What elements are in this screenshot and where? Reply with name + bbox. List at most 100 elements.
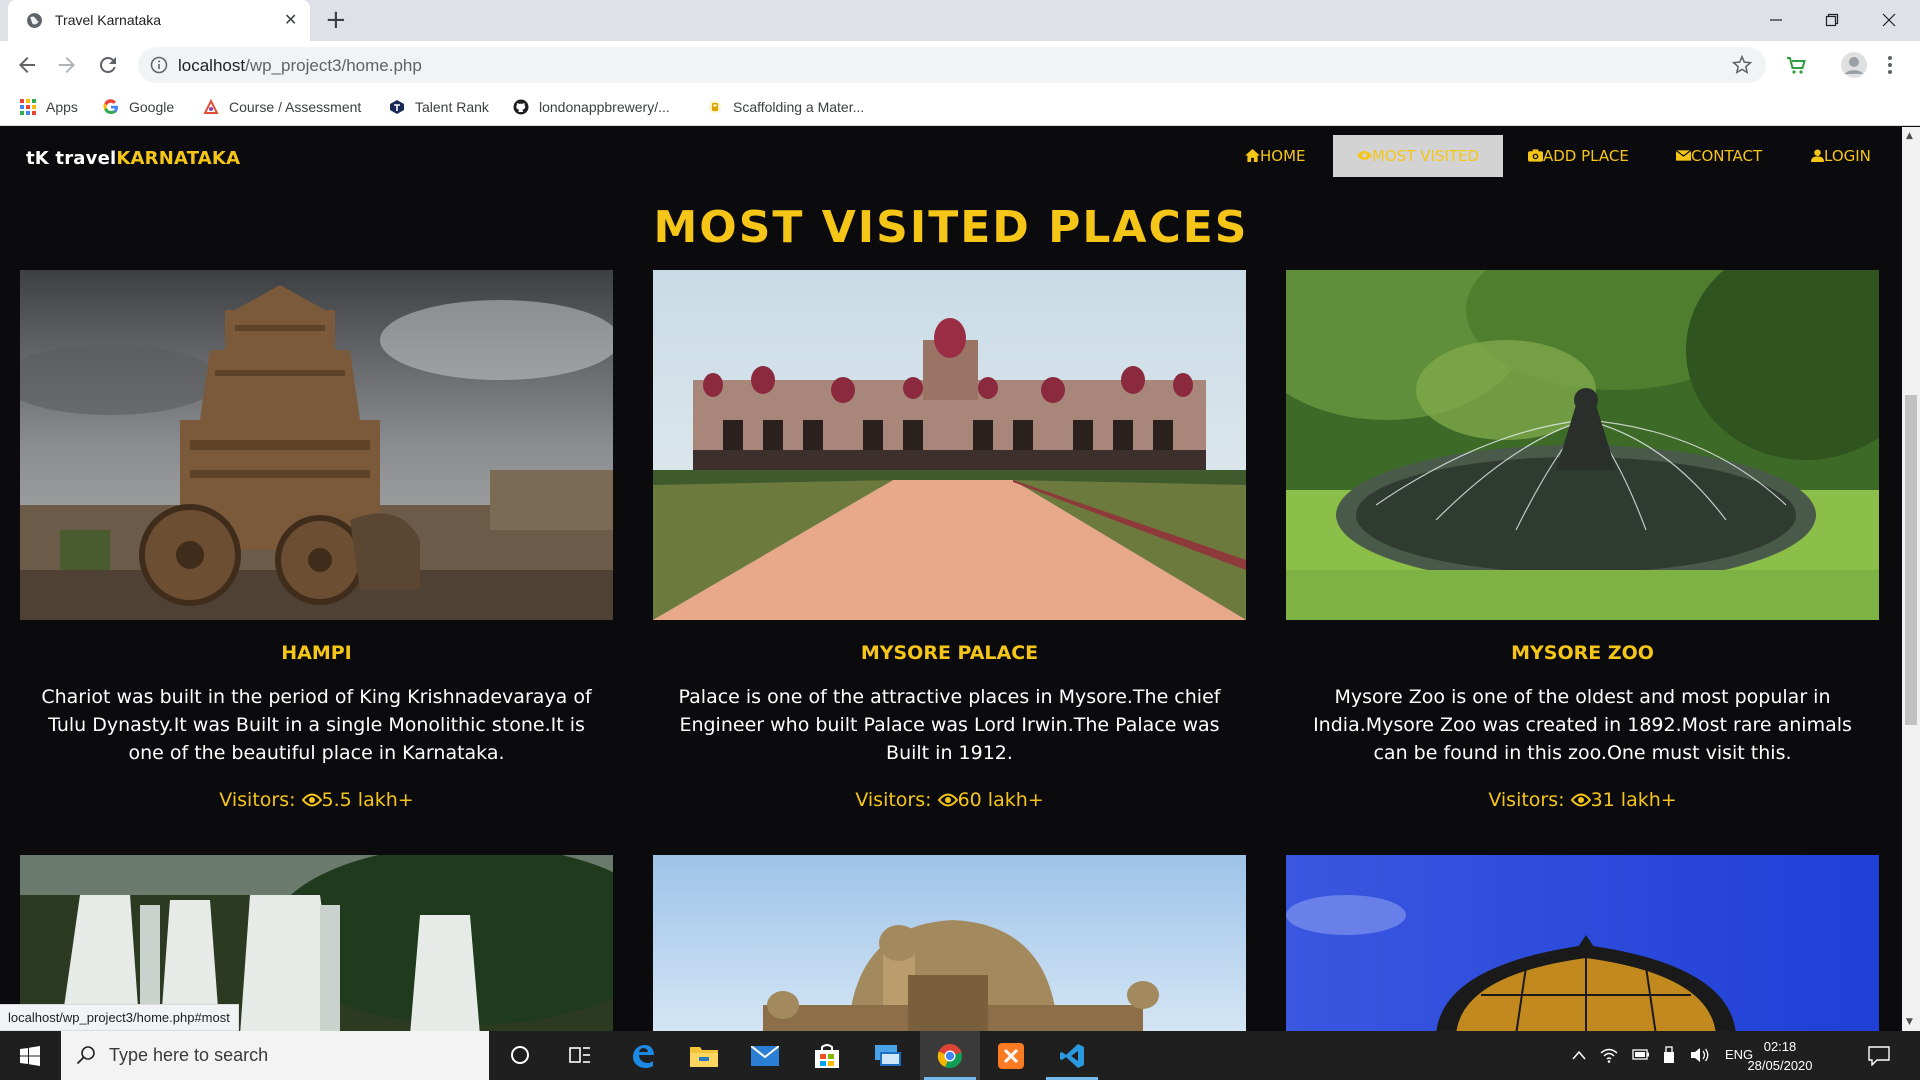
taskbar-clock[interactable]: 02:18 28/05/2020 bbox=[1740, 1037, 1820, 1075]
taskbar-vscode[interactable] bbox=[1042, 1031, 1102, 1080]
minimize-button[interactable] bbox=[1749, 0, 1805, 41]
nav-label: MOST VISITED bbox=[1371, 147, 1480, 165]
clock-time: 02:18 bbox=[1763, 1039, 1797, 1054]
vscode-icon bbox=[1060, 1044, 1084, 1068]
usb-device-icon[interactable] bbox=[1662, 1046, 1676, 1064]
page-heading: MOST VISITED PLACES bbox=[653, 202, 1249, 253]
mysore-palace-image bbox=[653, 270, 1246, 620]
forward-arrow-icon[interactable] bbox=[55, 53, 79, 77]
cart-extension-icon[interactable] bbox=[1785, 54, 1807, 76]
bookmark-star-icon[interactable] bbox=[1732, 55, 1752, 75]
chrome-icon bbox=[937, 1044, 962, 1069]
site-navbar: tK travelKARNATAKA HOME MOST VISITED ADD… bbox=[0, 127, 1902, 179]
scaffolding-icon bbox=[709, 101, 721, 113]
nav-label: CONTACT bbox=[1691, 147, 1763, 165]
taskbar-store[interactable] bbox=[797, 1031, 857, 1080]
close-window-button[interactable] bbox=[1862, 0, 1918, 41]
task-view-button[interactable] bbox=[551, 1031, 611, 1080]
back-arrow-icon[interactable] bbox=[15, 53, 39, 77]
bookmark-label: Apps bbox=[46, 99, 78, 115]
nav-add-place-link[interactable]: ADD PLACE bbox=[1508, 135, 1649, 177]
search-placeholder: Type here to search bbox=[109, 1045, 269, 1065]
taskbar-remote-app[interactable] bbox=[858, 1031, 918, 1080]
tray-chevron-up-icon[interactable] bbox=[1572, 1050, 1586, 1060]
start-button[interactable] bbox=[0, 1031, 60, 1080]
taskbar-xampp[interactable] bbox=[981, 1031, 1041, 1080]
mail-icon bbox=[751, 1046, 779, 1066]
course-icon bbox=[203, 99, 219, 114]
camera-icon bbox=[1528, 149, 1543, 162]
nav-contact-link[interactable]: CONTACT bbox=[1656, 135, 1782, 177]
windows-taskbar: Type here to search ENG 02:18 28/05/2020 bbox=[0, 1031, 1920, 1080]
task-view-icon bbox=[569, 1047, 590, 1063]
clock-date: 28/05/2020 bbox=[1747, 1058, 1813, 1073]
scrollbar-thumb[interactable] bbox=[1905, 395, 1917, 725]
url-path: /wp_project3/home.php bbox=[245, 56, 422, 75]
site-logo[interactable]: tK travelKARNATAKA bbox=[26, 148, 240, 169]
scroll-up-icon[interactable]: ▲ bbox=[1906, 131, 1913, 141]
google-icon bbox=[103, 99, 118, 115]
page-scrollbar[interactable]: ▲ ▼ bbox=[1902, 127, 1920, 1031]
restore-button[interactable] bbox=[1805, 0, 1861, 41]
bookmark-google[interactable]: Google bbox=[103, 96, 174, 118]
battery-icon[interactable] bbox=[1632, 1048, 1650, 1061]
nav-home-link[interactable]: HOME bbox=[1225, 135, 1326, 177]
web-page: tK travelKARNATAKA HOME MOST VISITED ADD… bbox=[0, 127, 1902, 1031]
address-bar[interactable]: localhost/wp_project3/home.php bbox=[138, 47, 1766, 83]
taskbar-edge[interactable] bbox=[613, 1031, 673, 1080]
cortana-button[interactable] bbox=[490, 1031, 550, 1080]
nav-label: ADD PLACE bbox=[1543, 147, 1629, 165]
nav-login-link[interactable]: LOGIN bbox=[1791, 135, 1891, 177]
scroll-down-icon[interactable]: ▼ bbox=[1906, 1017, 1913, 1027]
bookmark-londonappbrewery[interactable]: londonappbrewery/... bbox=[513, 96, 670, 118]
browser-menu-icon[interactable] bbox=[1887, 54, 1893, 76]
folder-icon bbox=[690, 1047, 718, 1067]
notifications-icon[interactable] bbox=[1868, 1046, 1890, 1066]
nav-label: LOGIN bbox=[1824, 147, 1871, 165]
url-host: localhost bbox=[178, 56, 246, 75]
info-icon[interactable] bbox=[150, 56, 168, 74]
place-title: MYSORE ZOO bbox=[1511, 642, 1654, 664]
bookmark-label: Talent Rank bbox=[415, 99, 489, 115]
reload-icon[interactable] bbox=[96, 53, 120, 77]
bookmark-label: Course / Assessment bbox=[229, 99, 362, 115]
hampi-image bbox=[20, 270, 613, 620]
restore-icon bbox=[1825, 13, 1839, 27]
eye-icon bbox=[301, 793, 322, 807]
visitors-value: 5.5 lakh+ bbox=[321, 789, 414, 811]
windows-logo-icon bbox=[20, 1046, 40, 1066]
gol-gumbaz-image bbox=[653, 855, 1246, 1031]
visitors-value: 31 lakh+ bbox=[1590, 789, 1677, 811]
bookmark-talent-rank[interactable]: Talent Rank bbox=[389, 96, 489, 118]
network-icon[interactable] bbox=[1600, 1047, 1618, 1063]
taskbar-chrome[interactable] bbox=[920, 1031, 980, 1080]
browser-tab[interactable]: Travel Karnataka ✕ bbox=[8, 0, 310, 41]
envelope-icon bbox=[1675, 149, 1692, 161]
browser-tab-strip: Travel Karnataka ✕ + bbox=[0, 0, 1920, 41]
glass-house-image bbox=[1286, 855, 1879, 1031]
home-icon bbox=[1245, 149, 1260, 162]
apps-grid-icon bbox=[20, 99, 36, 115]
new-tab-button[interactable]: + bbox=[325, 7, 347, 33]
profile-avatar-icon[interactable] bbox=[1840, 51, 1868, 79]
nav-most-visited-link[interactable]: MOST VISITED bbox=[1333, 135, 1503, 177]
bookmark-course-assessment[interactable]: Course / Assessment bbox=[203, 96, 361, 118]
bookmark-apps[interactable]: Apps bbox=[20, 96, 78, 118]
place-title: MYSORE PALACE bbox=[860, 642, 1039, 664]
volume-icon[interactable] bbox=[1690, 1047, 1710, 1063]
eye-icon bbox=[937, 793, 958, 807]
taskbar-file-explorer[interactable] bbox=[674, 1031, 734, 1080]
xampp-icon bbox=[998, 1043, 1024, 1069]
mysore-zoo-image bbox=[1286, 270, 1879, 620]
close-icon bbox=[1882, 13, 1896, 27]
url-text: localhost/wp_project3/home.php bbox=[178, 56, 422, 76]
bookmark-scaffolding[interactable]: Scaffolding a Mater... bbox=[707, 96, 864, 118]
taskbar-search-box[interactable]: Type here to search bbox=[61, 1031, 489, 1080]
globe-icon bbox=[27, 13, 42, 28]
taskbar-mail[interactable] bbox=[735, 1031, 795, 1080]
place-visitors: Visitors: 31 lakh+ bbox=[1286, 789, 1879, 811]
store-icon bbox=[815, 1044, 839, 1068]
close-tab-icon[interactable]: ✕ bbox=[284, 10, 297, 30]
bookmark-label: Scaffolding a Mater... bbox=[733, 99, 865, 115]
visitors-label: Visitors: bbox=[219, 789, 302, 811]
